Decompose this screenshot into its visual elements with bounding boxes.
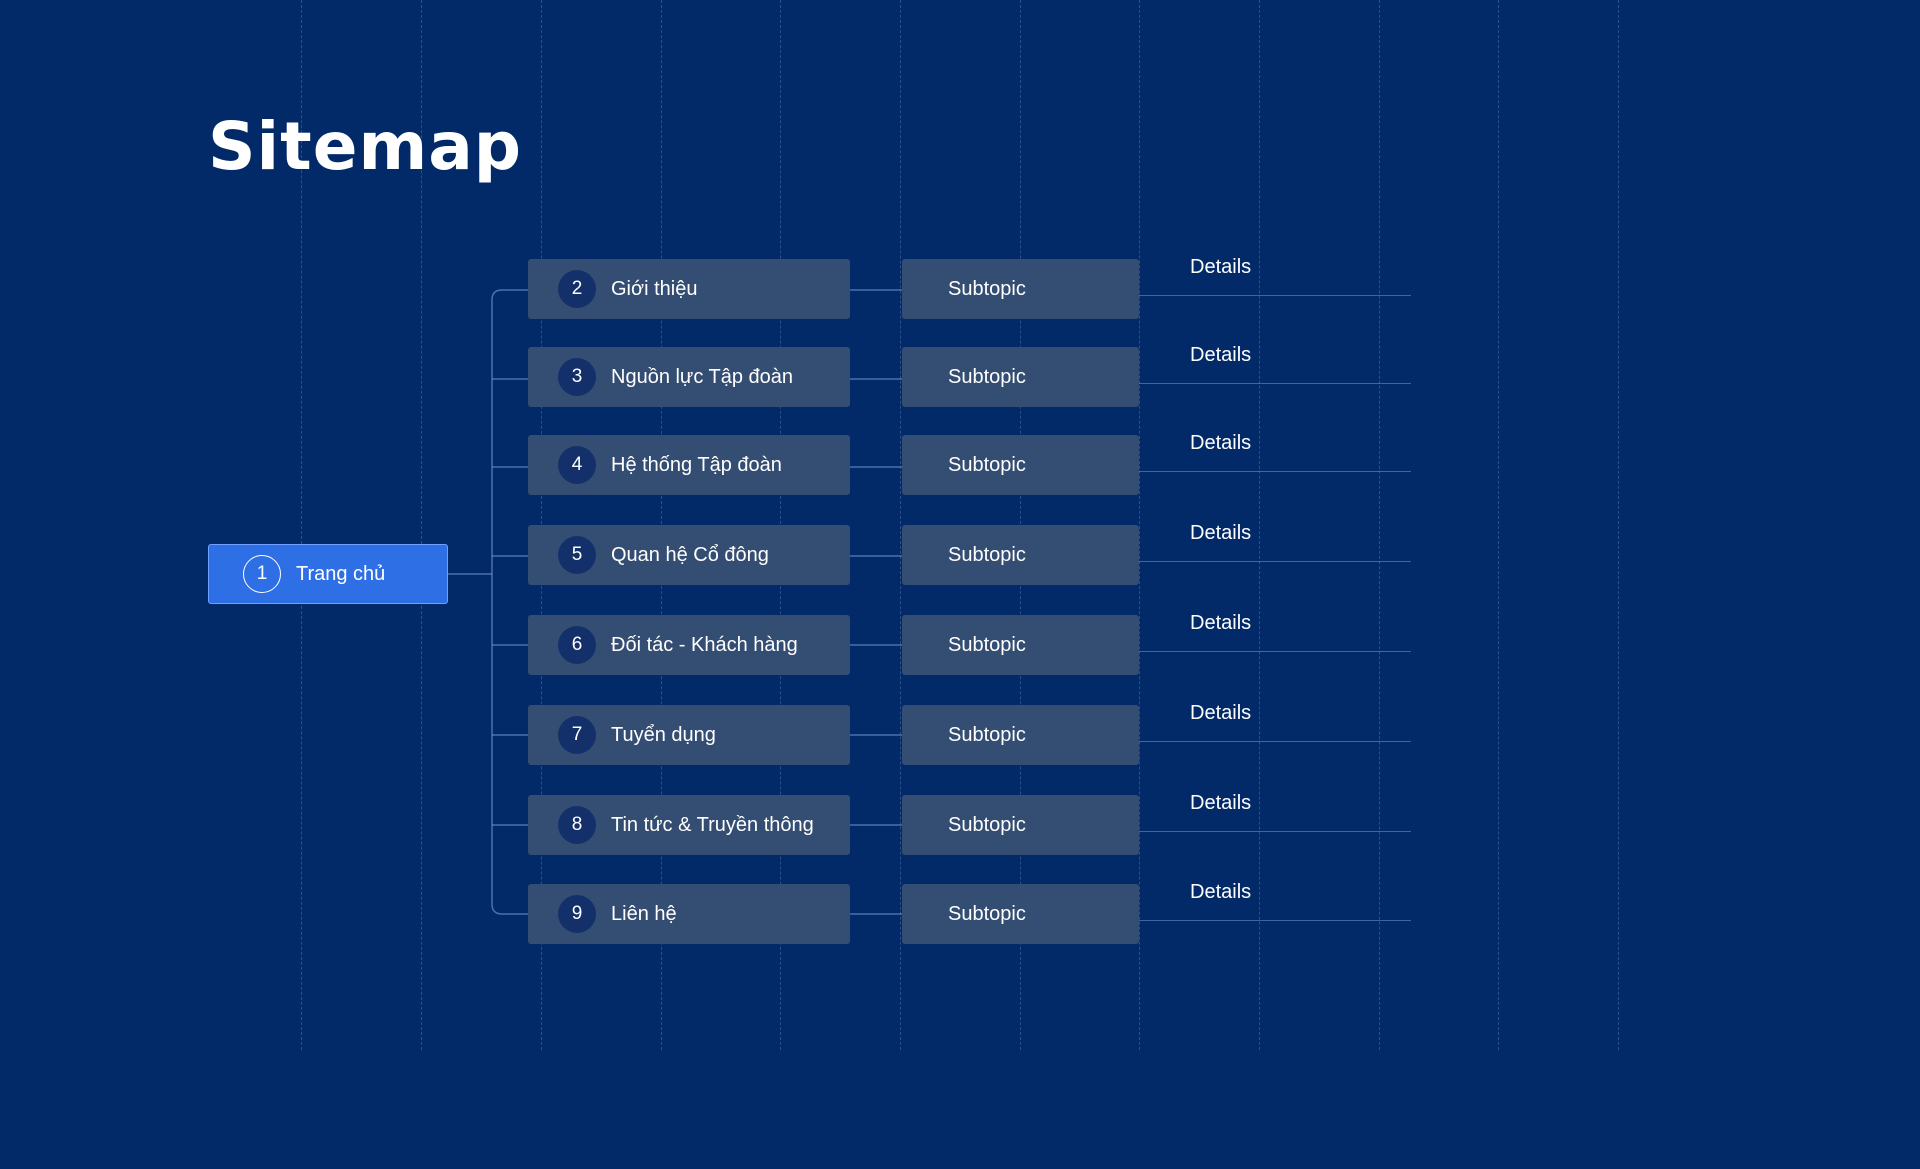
details-label[interactable]: Details [1190, 881, 1251, 904]
topic-label: Quan hệ Cổ đông [611, 543, 769, 566]
subtopic-node[interactable]: Subtopic [902, 795, 1139, 855]
details-label[interactable]: Details [1190, 522, 1251, 545]
details-label[interactable]: Details [1190, 702, 1251, 725]
topic-row: 8 Tin tức & Truyền thông Subtopic Detail… [0, 792, 1920, 855]
topic-node-he-thong-tap-doan[interactable]: 4 Hệ thống Tập đoàn [528, 435, 850, 495]
topic-row: 3 Nguồn lực Tập đoàn Subtopic Details [0, 344, 1920, 407]
topic-node-doi-tac-khach-hang[interactable]: 6 Đối tác - Khách hàng [528, 615, 850, 675]
details-label[interactable]: Details [1190, 344, 1251, 367]
details-line [1139, 651, 1411, 652]
topic-label: Liên hệ [611, 902, 677, 925]
subtopic-node[interactable]: Subtopic [902, 884, 1139, 944]
topic-label: Tin tức & Truyền thông [611, 813, 814, 836]
topic-label: Tuyển dụng [611, 723, 716, 746]
details-label[interactable]: Details [1190, 612, 1251, 635]
details-label[interactable]: Details [1190, 792, 1251, 815]
subtopic-node[interactable]: Subtopic [902, 525, 1139, 585]
topic-number-badge: 7 [558, 716, 596, 754]
topic-number-badge: 2 [558, 270, 596, 308]
details-line [1139, 831, 1411, 832]
topic-number-badge: 5 [558, 536, 596, 574]
topic-row: 5 Quan hệ Cổ đông Subtopic Details [0, 522, 1920, 585]
topic-node-tuyen-dung[interactable]: 7 Tuyển dụng [528, 705, 850, 765]
details-line [1139, 920, 1411, 921]
topic-row: 4 Hệ thống Tập đoàn Subtopic Details [0, 432, 1920, 495]
topic-row: 6 Đối tác - Khách hàng Subtopic Details [0, 612, 1920, 675]
details-line [1139, 383, 1411, 384]
topic-node-lien-he[interactable]: 9 Liên hệ [528, 884, 850, 944]
details-label[interactable]: Details [1190, 256, 1251, 279]
details-line [1139, 561, 1411, 562]
topic-node-nguon-luc-tap-doan[interactable]: 3 Nguồn lực Tập đoàn [528, 347, 850, 407]
details-line [1139, 471, 1411, 472]
topic-number-badge: 4 [558, 446, 596, 484]
subtopic-node[interactable]: Subtopic [902, 259, 1139, 319]
topic-number-badge: 6 [558, 626, 596, 664]
details-label[interactable]: Details [1190, 432, 1251, 455]
details-line [1139, 741, 1411, 742]
subtopic-node[interactable]: Subtopic [902, 435, 1139, 495]
details-line [1139, 295, 1411, 296]
topic-node-gioi-thieu[interactable]: 2 Giới thiệu [528, 259, 850, 319]
topic-number-badge: 8 [558, 806, 596, 844]
subtopic-node[interactable]: Subtopic [902, 705, 1139, 765]
topic-row: 7 Tuyển dụng Subtopic Details [0, 702, 1920, 765]
page-title: Sitemap [208, 108, 523, 185]
topic-label: Hệ thống Tập đoàn [611, 453, 782, 476]
topic-node-tin-tuc-truyen-thong[interactable]: 8 Tin tức & Truyền thông [528, 795, 850, 855]
topic-number-badge: 3 [558, 358, 596, 396]
subtopic-node[interactable]: Subtopic [902, 347, 1139, 407]
topic-label: Đối tác - Khách hàng [611, 633, 798, 656]
topic-row: 2 Giới thiệu Subtopic Details [0, 256, 1920, 319]
subtopic-node[interactable]: Subtopic [902, 615, 1139, 675]
topic-label: Giới thiệu [611, 277, 698, 300]
topic-label: Nguồn lực Tập đoàn [611, 365, 794, 388]
topic-node-quan-he-co-dong[interactable]: 5 Quan hệ Cổ đông [528, 525, 850, 585]
topic-row: 9 Liên hệ Subtopic Details [0, 881, 1920, 944]
topic-number-badge: 9 [558, 895, 596, 933]
